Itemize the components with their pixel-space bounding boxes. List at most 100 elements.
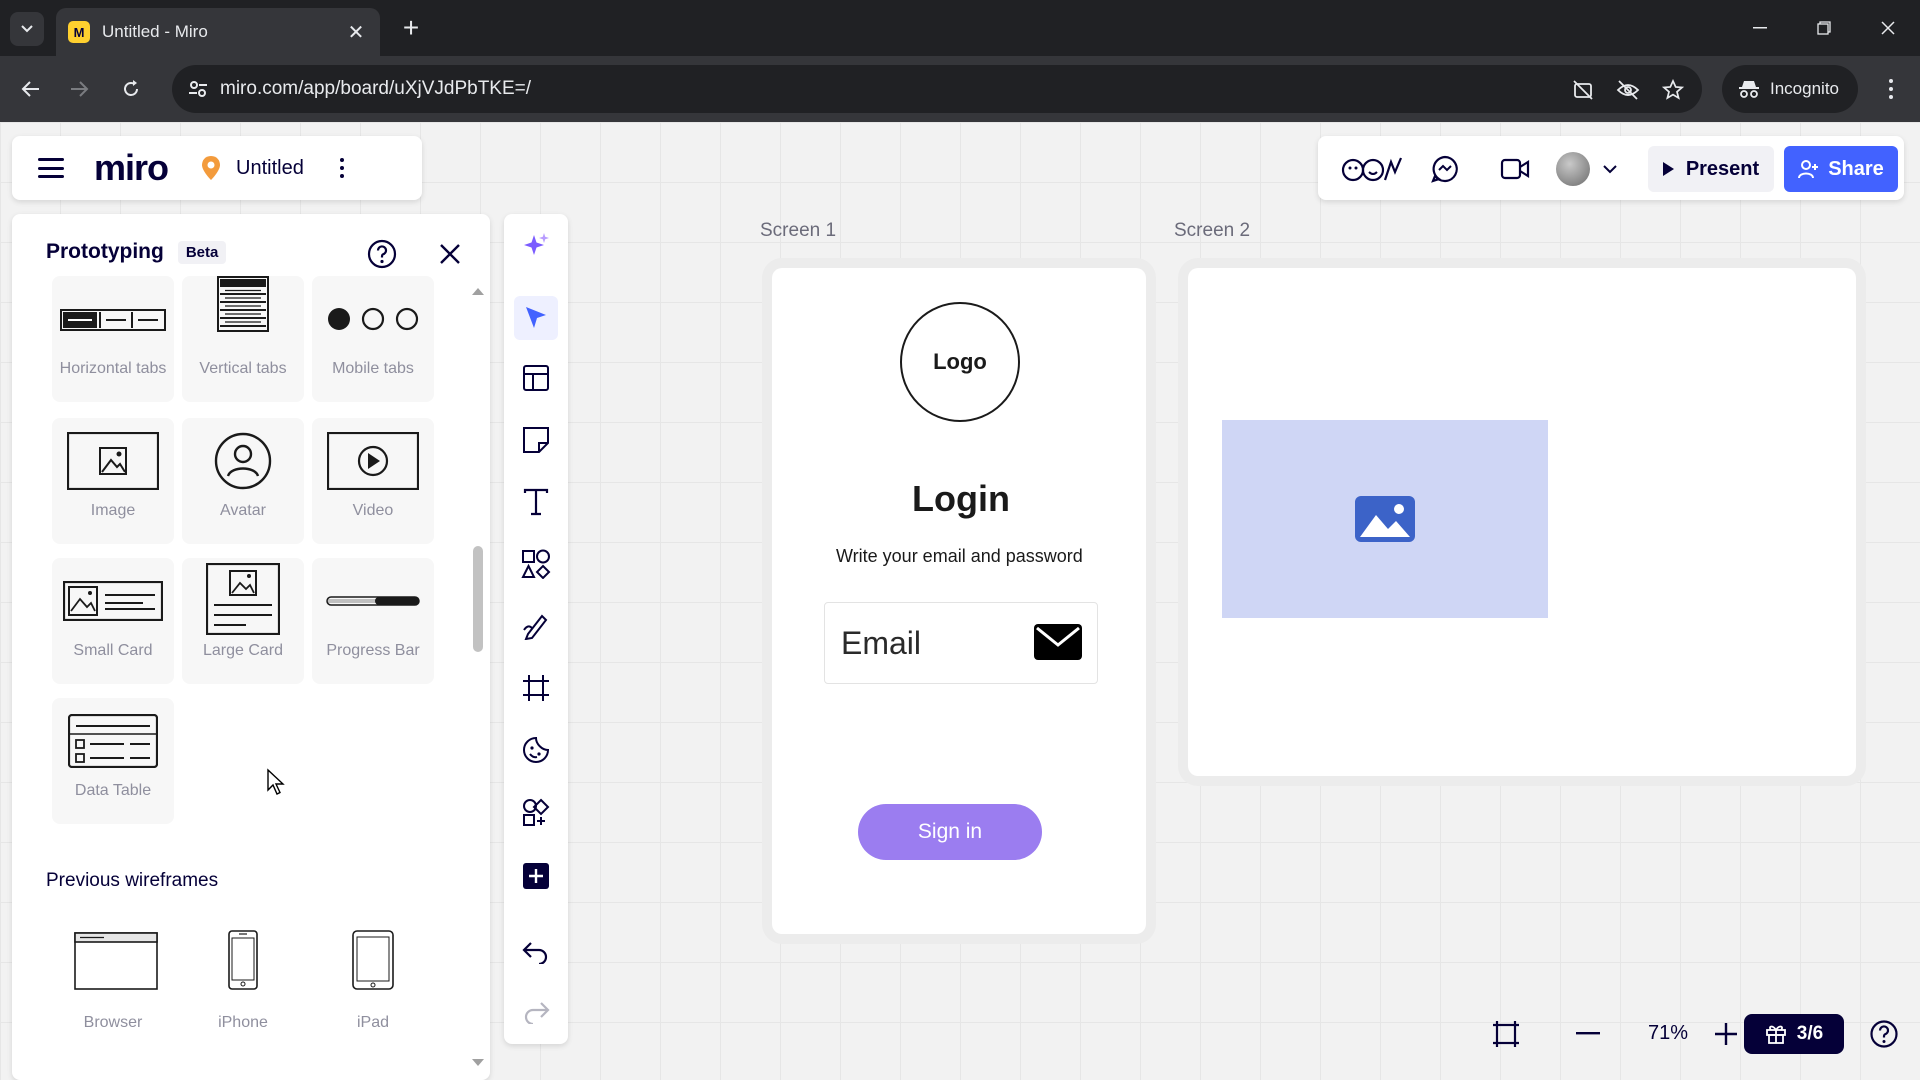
eye-off-icon[interactable] bbox=[1615, 77, 1641, 103]
shapes-icon[interactable] bbox=[514, 542, 558, 586]
sticky-note-icon[interactable] bbox=[514, 418, 558, 462]
image-icon bbox=[52, 428, 174, 494]
gift-pages-button[interactable]: 3/6 bbox=[1744, 1014, 1844, 1054]
miro-logo[interactable]: miro bbox=[94, 147, 169, 189]
camera-off-icon[interactable] bbox=[1570, 77, 1596, 103]
panel-scrollbar[interactable] bbox=[472, 288, 484, 1066]
frame-label-screen-2[interactable]: Screen 2 bbox=[1174, 220, 1250, 242]
widget-label: Image bbox=[90, 502, 136, 519]
widget-avatar[interactable]: Avatar bbox=[182, 418, 304, 544]
ai-sparkle-icon[interactable] bbox=[514, 224, 558, 268]
browser-menu-icon[interactable] bbox=[1876, 70, 1906, 108]
main-menu-icon[interactable] bbox=[38, 158, 64, 178]
tab-search-button[interactable] bbox=[10, 12, 44, 46]
apps-icon[interactable] bbox=[514, 790, 558, 834]
frame-screen-2[interactable] bbox=[1188, 268, 1856, 776]
minimize-icon[interactable] bbox=[1740, 10, 1780, 46]
sign-in-button[interactable]: Sign in bbox=[858, 804, 1042, 860]
tab-close-icon[interactable]: ✕ bbox=[344, 20, 368, 45]
undo-icon[interactable] bbox=[514, 930, 558, 974]
url-text[interactable]: miro.com/app/board/uXjVJdPbTKE=/ bbox=[220, 78, 531, 100]
bookmark-star-icon[interactable] bbox=[1660, 77, 1686, 103]
select-cursor-icon[interactable] bbox=[514, 296, 558, 340]
reload-icon[interactable] bbox=[112, 70, 150, 108]
present-button[interactable]: Present bbox=[1648, 146, 1774, 192]
login-subtitle: Write your email and password bbox=[836, 546, 1083, 566]
data-table-icon bbox=[52, 708, 174, 774]
scrollbar-thumb[interactable] bbox=[473, 546, 483, 652]
close-window-icon[interactable] bbox=[1868, 10, 1908, 46]
board-canvas[interactable]: miro Untitled Present Share Prototyping … bbox=[0, 122, 1920, 1080]
frame-icon[interactable] bbox=[514, 666, 558, 710]
widget-label: Data Table bbox=[74, 782, 152, 799]
large-card-icon bbox=[182, 558, 304, 640]
previous-iphone[interactable]: iPhone bbox=[182, 930, 304, 1040]
widget-large-card[interactable]: Large Card bbox=[182, 558, 304, 684]
browser-tab[interactable]: M Untitled - Miro ✕ bbox=[56, 8, 380, 56]
widget-vertical-tabs[interactable]: Vertical tabs bbox=[182, 276, 304, 402]
share-button[interactable]: Share bbox=[1784, 146, 1898, 192]
miro-favicon-icon: M bbox=[68, 21, 90, 43]
widget-label: Large Card bbox=[202, 642, 284, 659]
previous-browser[interactable]: Browser bbox=[52, 930, 174, 1040]
widget-label: Vertical tabs bbox=[199, 360, 287, 377]
stickers-icon[interactable] bbox=[514, 728, 558, 772]
avatar-icon bbox=[182, 428, 304, 494]
horizontal-tabs-icon bbox=[52, 286, 174, 352]
widget-mobile-tabs[interactable]: Mobile tabs bbox=[312, 276, 434, 402]
incognito-indicator[interactable]: Incognito bbox=[1722, 65, 1858, 113]
video-call-icon[interactable] bbox=[1498, 152, 1532, 186]
widget-data-table[interactable]: Data Table bbox=[52, 698, 174, 824]
text-icon[interactable] bbox=[514, 480, 558, 524]
previous-ipad[interactable]: iPad bbox=[312, 930, 434, 1040]
help-center-icon[interactable] bbox=[1866, 1016, 1902, 1052]
close-panel-icon[interactable] bbox=[434, 238, 466, 270]
widget-video[interactable]: Video bbox=[312, 418, 434, 544]
board-name[interactable]: Untitled bbox=[236, 157, 304, 180]
iphone-frame-icon bbox=[228, 930, 258, 995]
widget-label: Progress Bar bbox=[326, 642, 420, 659]
board-options-icon[interactable] bbox=[339, 158, 344, 178]
more-tools-icon[interactable] bbox=[514, 854, 558, 898]
widget-progress-bar[interactable]: Progress Bar bbox=[312, 558, 434, 684]
beta-badge: Beta bbox=[177, 240, 227, 264]
widget-label: Video bbox=[352, 502, 394, 519]
back-icon[interactable] bbox=[12, 70, 50, 108]
previous-label: iPhone bbox=[218, 1014, 268, 1031]
mobile-tabs-icon bbox=[312, 286, 434, 352]
restore-icon[interactable] bbox=[1804, 10, 1844, 46]
redo-icon[interactable] bbox=[514, 990, 558, 1034]
login-title: Login bbox=[912, 478, 1010, 519]
forward-icon[interactable] bbox=[60, 70, 98, 108]
video-icon bbox=[312, 428, 434, 494]
user-avatar-button[interactable] bbox=[1556, 152, 1620, 186]
new-tab-button[interactable]: + bbox=[394, 12, 428, 46]
site-info-icon[interactable] bbox=[186, 77, 210, 101]
zoom-in-icon[interactable] bbox=[1708, 1016, 1744, 1052]
templates-icon[interactable] bbox=[514, 356, 558, 400]
widget-horizontal-tabs[interactable]: Horizontal tabs bbox=[52, 276, 174, 402]
widget-label: Mobile tabs bbox=[332, 360, 414, 377]
widget-small-card[interactable]: Small Card bbox=[52, 558, 174, 684]
fit-to-screen-icon[interactable] bbox=[1488, 1016, 1524, 1052]
image-placeholder[interactable] bbox=[1222, 420, 1548, 618]
creation-toolbar bbox=[504, 214, 568, 1044]
board-header: miro Untitled bbox=[12, 136, 422, 200]
play-icon bbox=[1662, 162, 1674, 176]
email-field[interactable]: Email bbox=[824, 602, 1098, 684]
zoom-out-icon[interactable] bbox=[1570, 1016, 1606, 1052]
gift-icon bbox=[1765, 1025, 1786, 1044]
scroll-up-icon[interactable] bbox=[472, 288, 484, 295]
comments-icon[interactable] bbox=[1428, 152, 1462, 186]
widget-label: Small Card bbox=[73, 642, 153, 659]
pen-icon[interactable] bbox=[514, 604, 558, 648]
zoom-level[interactable]: 71% bbox=[1636, 1022, 1700, 1045]
address-bar[interactable]: miro.com/app/board/uXjVJdPbTKE=/ bbox=[172, 65, 1702, 113]
help-icon[interactable] bbox=[366, 238, 398, 270]
frame-screen-1[interactable]: Logo Login Write your email and password… bbox=[772, 268, 1146, 934]
board-location-pin-icon[interactable] bbox=[200, 155, 222, 181]
scroll-down-icon[interactable] bbox=[472, 1059, 484, 1066]
frame-label-screen-1[interactable]: Screen 1 bbox=[760, 220, 836, 242]
reactions-icon[interactable] bbox=[1340, 152, 1404, 186]
widget-image[interactable]: Image bbox=[52, 418, 174, 544]
